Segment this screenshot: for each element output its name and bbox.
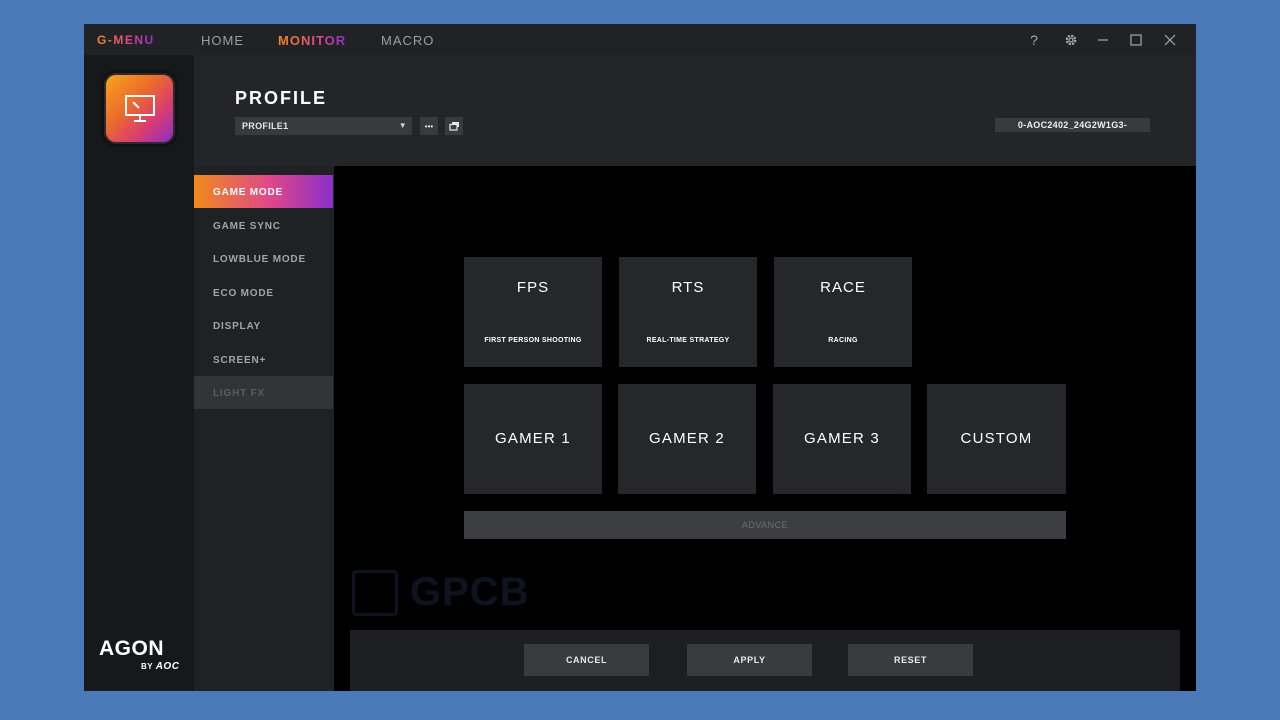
profile-header: PROFILE PROFILE1 ▼ ••• 0-AOC2402_24G2W1G… [194,55,1196,166]
profile-dropdown-value: PROFILE1 [242,121,289,131]
mode-description: RACING [828,337,858,344]
mode-name: CUSTOM [960,430,1033,447]
mode-name: GAMER 1 [495,430,571,447]
watermark: GPCB [352,570,530,615]
gear-icon[interactable] [1060,30,1082,50]
more-options-button[interactable]: ••• [420,117,438,135]
main-panel: FPS FIRST PERSON SHOOTING RTS REAL-TIME … [334,166,1196,691]
menu-eco-mode[interactable]: ECO MODE [194,276,333,309]
title-bar: G-MENU HOME MONITOR MACRO ? [84,24,1196,55]
g-menu-brand: G-MENU [97,33,155,47]
nav-home[interactable]: HOME [201,33,244,48]
menu-light-fx: LIGHT FX [194,376,333,409]
watermark-text: GPCB [410,570,530,614]
caret-down-icon: ▼ [398,121,407,130]
aoc-text: AOC [155,661,180,672]
app-window: G-MENU HOME MONITOR MACRO ? AGON BY AOC … [84,24,1196,691]
mode-name: FPS [516,279,550,296]
copy-icon [448,122,459,131]
copy-profile-button[interactable] [445,117,463,135]
mode-name: RTS [671,279,705,296]
mode-race-tile[interactable]: RACE RACING [774,257,912,367]
mode-gamer1-tile[interactable]: GAMER 1 [464,384,602,494]
monitor-icon [125,95,155,122]
mode-description: REAL-TIME STRATEGY [646,337,730,344]
advance-button[interactable]: ADVANCE [464,511,1066,539]
device-id-badge: 0-AOC2402_24G2W1G3- [995,118,1150,132]
agon-logo: AGON [99,637,164,660]
reset-button[interactable]: RESET [848,644,973,676]
mode-rts-tile[interactable]: RTS REAL-TIME STRATEGY [619,257,757,367]
page-title: PROFILE [235,88,328,108]
by-text: BY [141,662,153,671]
minimize-icon[interactable] [1092,30,1114,50]
action-footer: CANCEL APPLY RESET [350,630,1180,691]
cancel-button[interactable]: CANCEL [524,644,649,676]
by-aoc-logo: BY AOC [141,661,179,672]
mode-gamer2-tile[interactable]: GAMER 2 [618,384,756,494]
mode-custom-tile[interactable]: CUSTOM [927,384,1066,494]
monitor-app-icon[interactable] [104,73,175,144]
menu-display[interactable]: DISPLAY [194,309,333,342]
mode-name: RACE [820,279,866,296]
menu-screen-plus[interactable]: SCREEN+ [194,343,333,376]
mode-name: GAMER 3 [804,430,880,447]
maximize-icon[interactable] [1125,30,1147,50]
mode-description: FIRST PERSON SHOOTING [484,337,582,344]
nav-monitor[interactable]: MONITOR [278,33,346,48]
mode-name: GAMER 2 [649,430,725,447]
menu-game-sync[interactable]: GAME SYNC [194,209,333,242]
nav-macro[interactable]: MACRO [381,33,434,48]
side-menu: GAME MODE GAME SYNC LOWBLUE MODE ECO MOD… [194,166,334,691]
profile-dropdown[interactable]: PROFILE1 ▼ [235,117,412,135]
menu-game-mode[interactable]: GAME MODE [194,175,333,208]
mode-gamer3-tile[interactable]: GAMER 3 [773,384,911,494]
mode-fps-tile[interactable]: FPS FIRST PERSON SHOOTING [464,257,602,367]
menu-lowblue-mode[interactable]: LOWBLUE MODE [194,242,333,275]
apply-button[interactable]: APPLY [687,644,812,676]
help-icon[interactable]: ? [1023,30,1045,50]
left-rail: AGON BY AOC [84,55,194,691]
close-icon[interactable] [1159,30,1181,50]
